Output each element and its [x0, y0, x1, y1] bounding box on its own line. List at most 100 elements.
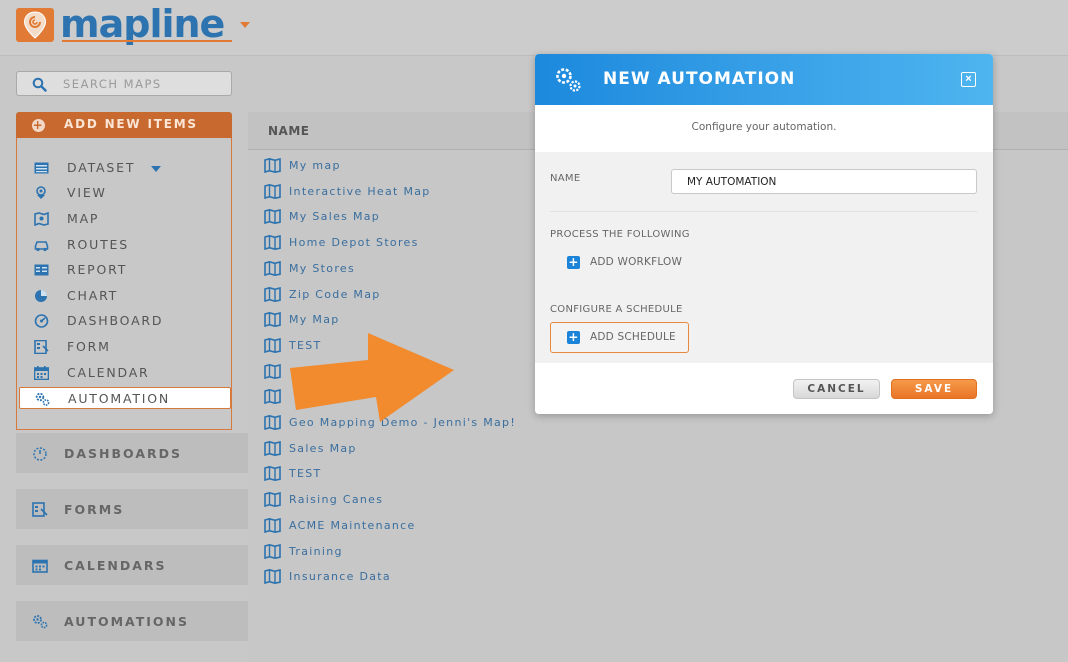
menu-item-report[interactable]: REPORT	[17, 259, 231, 281]
orange-arrow-annotation	[290, 333, 454, 422]
dataset-icon	[34, 162, 49, 174]
map-name: ACME Maintenance	[289, 519, 416, 532]
menu-item-view[interactable]: VIEW	[17, 182, 231, 204]
add-new-items-button[interactable]: + ADD NEW ITEMS	[16, 112, 232, 138]
menu-item-calendar[interactable]: CALENDAR	[17, 362, 231, 384]
map-name: My map	[289, 159, 341, 172]
map-icon	[264, 466, 281, 481]
logo-underline	[62, 40, 232, 42]
map-icon	[264, 492, 281, 507]
column-name-header[interactable]: NAME	[268, 124, 309, 138]
dialog-header: NEW AUTOMATION ×	[535, 54, 993, 105]
map-name: My Map	[289, 313, 340, 326]
menu-item-label: REPORT	[67, 262, 128, 277]
map-icon	[264, 389, 281, 404]
plus-icon: +	[567, 255, 580, 269]
routes-icon	[34, 241, 49, 252]
menu-item-chart[interactable]: CHART	[17, 285, 231, 307]
cancel-button[interactable]: CANCEL	[793, 379, 880, 399]
dashboards-icon	[33, 447, 47, 461]
logo-chevron-down-icon[interactable]	[240, 22, 250, 28]
map-name: Home Depot Stores	[289, 236, 419, 249]
map-icon	[264, 441, 281, 456]
map-icon	[264, 158, 281, 173]
automation-name-input[interactable]	[671, 169, 977, 194]
close-icon[interactable]: ×	[961, 72, 976, 87]
report-icon	[34, 264, 49, 276]
dialog-body: NAME PROCESS THE FOLLOWING + ADD WORKFLO…	[535, 152, 993, 363]
add-schedule-button[interactable]: + ADD SCHEDULE	[550, 322, 689, 353]
automation-icon	[35, 392, 50, 406]
search-maps-input[interactable]	[63, 75, 223, 92]
mapline-logo-icon[interactable]	[16, 8, 54, 42]
map-icon	[264, 235, 281, 250]
map-name: Zip Code Map	[289, 288, 381, 301]
map-name: Raising Canes	[289, 493, 384, 506]
add-workflow-label: ADD WORKFLOW	[590, 256, 683, 268]
menu-item-automation[interactable]: AUTOMATION	[19, 387, 231, 409]
gears-icon	[556, 68, 581, 92]
search-maps-box[interactable]	[16, 71, 232, 96]
map-name: TEST	[289, 467, 322, 480]
plus-icon: +	[567, 330, 580, 344]
map-name: Training	[289, 545, 343, 558]
plus-circle-icon: +	[32, 118, 45, 132]
menu-item-label: CALENDAR	[67, 365, 150, 380]
forms-icon	[32, 502, 48, 517]
map-icon	[264, 569, 281, 584]
dialog-subtitle: Configure your automation.	[535, 105, 993, 152]
menu-item-map[interactable]: MAP	[17, 208, 231, 230]
add-new-items-menu: DATASET VIEW MAP ROUTES REPORT CHART DAS…	[16, 138, 232, 430]
schedule-label: CONFIGURE A SCHEDULE	[550, 304, 683, 315]
map-icon	[264, 184, 281, 199]
dialog-footer: CANCEL SAVE	[535, 363, 993, 414]
map-name: Interactive Heat Map	[289, 185, 431, 198]
add-workflow-button[interactable]: + ADD WORKFLOW	[550, 247, 690, 278]
menu-item-label: DATASET	[67, 160, 136, 175]
map-icon	[264, 287, 281, 302]
menu-item-label: FORM	[67, 339, 111, 354]
sidebar-item-dashboards[interactable]: DASHBOARDS	[16, 433, 248, 473]
sidebar-item-label: FORMS	[64, 502, 125, 517]
map-icon	[264, 544, 281, 559]
map-icon	[264, 415, 281, 430]
menu-item-dashboard[interactable]: DASHBOARD	[17, 310, 231, 332]
save-button[interactable]: SAVE	[891, 379, 977, 399]
calendars-icon	[32, 559, 48, 573]
automations-icon	[33, 615, 48, 629]
map-icon	[264, 338, 281, 353]
chart-icon	[35, 290, 47, 302]
menu-item-label: VIEW	[67, 185, 107, 200]
dialog-title: NEW AUTOMATION	[603, 69, 796, 89]
sidebar-item-forms[interactable]: FORMS	[16, 489, 248, 529]
calendar-icon	[34, 366, 49, 380]
menu-item-label: MAP	[67, 211, 100, 226]
location-pin-icon	[23, 11, 47, 39]
map-name: Sales Map	[289, 442, 357, 455]
sidebar-item-label: CALENDARS	[64, 558, 167, 573]
search-icon	[32, 77, 47, 92]
name-label: NAME	[550, 173, 581, 184]
map-icon	[264, 209, 281, 224]
menu-item-label: DASHBOARD	[67, 313, 164, 328]
menu-item-routes[interactable]: ROUTES	[17, 234, 231, 256]
dashboard-icon	[34, 314, 49, 328]
add-new-items-label: ADD NEW ITEMS	[64, 117, 198, 131]
menu-item-label: ROUTES	[67, 237, 129, 252]
map-icon	[264, 518, 281, 533]
new-automation-dialog: NEW AUTOMATION × Configure your automati…	[535, 54, 993, 414]
form-icon	[34, 340, 49, 354]
map-icon	[34, 212, 49, 226]
sidebar-item-calendars[interactable]: CALENDARS	[16, 545, 248, 585]
app-header: mapline	[0, 0, 1068, 56]
divider	[550, 211, 977, 212]
map-icon	[264, 261, 281, 276]
chevron-down-icon[interactable]	[151, 166, 161, 172]
map-name: My Sales Map	[289, 210, 381, 223]
process-label: PROCESS THE FOLLOWING	[550, 229, 690, 240]
menu-item-form[interactable]: FORM	[17, 336, 231, 358]
sidebar-item-automations[interactable]: AUTOMATIONS	[16, 601, 248, 641]
map-name: My Stores	[289, 262, 356, 275]
view-icon	[36, 186, 46, 199]
menu-item-dataset[interactable]: DATASET	[17, 157, 231, 179]
